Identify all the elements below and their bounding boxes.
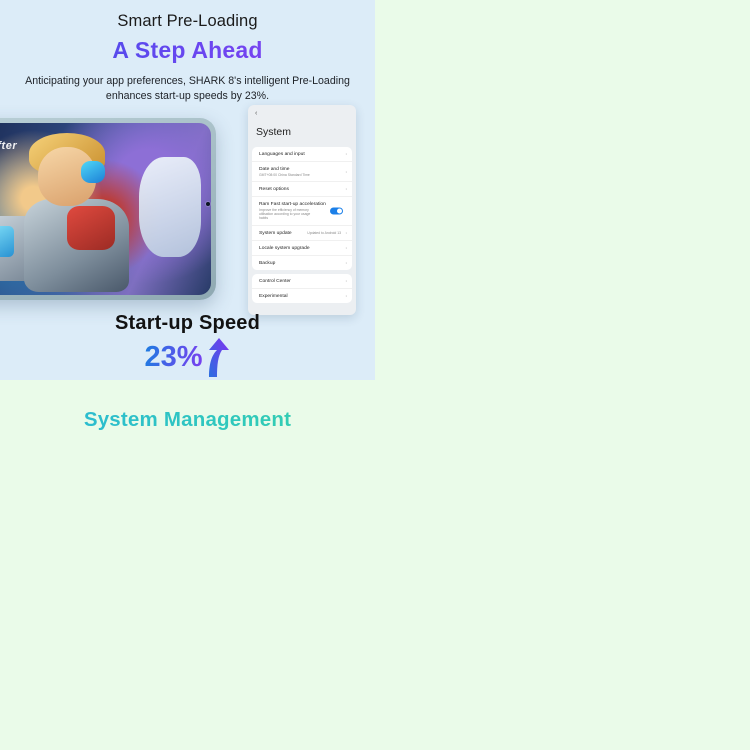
pre-loading-header: Smart Pre-Loading A Step Ahead Anticipat…: [0, 0, 375, 105]
settings-group-primary: Languages and input › Date and time GMT+…: [252, 147, 352, 270]
settings-row-sub: Improve the efficiency of memory utilisa…: [259, 207, 311, 221]
hero-cape: [139, 157, 202, 258]
settings-row-ram-acceleration[interactable]: Ram Fast start-up acceleration Improve t…: [252, 197, 352, 226]
section-game-speedup: 14:35 GAME MODE: [375, 0, 750, 380]
promo-page: Smart Pre-Loading A Step Ahead Anticipat…: [0, 0, 750, 750]
settings-row[interactable]: System update Updated to Android 13 ›: [252, 226, 352, 241]
chevron-right-icon: ›: [345, 169, 348, 175]
settings-row-title: Locale system upgrade: [259, 245, 310, 251]
settings-row[interactable]: Locale system upgrade ›: [252, 241, 352, 256]
game-overlay-text: e after: [0, 140, 18, 153]
chevron-right-icon: ›: [345, 278, 348, 284]
startup-speed-label: Start-up Speed: [114, 312, 261, 334]
up-arrow-icon: [205, 337, 231, 377]
hero-chest: [67, 205, 115, 251]
chevron-right-icon: ›: [345, 293, 348, 299]
startup-speed-block: Start-up Speed 23%: [0, 312, 375, 377]
settings-row[interactable]: Backup ›: [252, 256, 352, 270]
settings-row[interactable]: Reset options ›: [252, 182, 352, 198]
startup-speed-row: 23%: [0, 337, 375, 377]
settings-row-title: Ram Fast start-up acceleration: [259, 201, 326, 207]
hero-headset-icon: [81, 160, 106, 184]
settings-group-secondary: Control Center › Experimental ›: [252, 274, 352, 303]
settings-row-title: Reset options: [259, 186, 289, 192]
settings-title: System: [256, 126, 292, 138]
settings-back-icon[interactable]: ‹: [248, 105, 356, 117]
system-management-title: System Management: [0, 408, 375, 432]
section-system-management: System Management 14:34: [0, 380, 375, 750]
startup-speed-value: 23%: [144, 340, 203, 373]
settings-row-title: Experimental: [259, 293, 288, 299]
pre-loading-body: Anticipating your app preferences, SHARK…: [25, 75, 350, 103]
hero-glow: [0, 226, 15, 258]
chevron-right-icon: ›: [345, 151, 348, 157]
settings-row[interactable]: Control Center ›: [252, 274, 352, 289]
settings-row[interactable]: Experimental ›: [252, 289, 352, 303]
section-app-management: 10:11 ‹ All apps Personal: [375, 380, 750, 750]
gaming-phone-screen: e after: [0, 123, 211, 295]
chevron-right-icon: ›: [345, 186, 348, 192]
section-pre-loading: Smart Pre-Loading A Step Ahead Anticipat…: [0, 0, 375, 380]
chevron-right-icon: ›: [345, 245, 348, 251]
camera-lens: [206, 201, 210, 206]
system-settings-card: ‹ System Languages and input › Date and …: [248, 105, 356, 315]
pre-loading-headline: A Step Ahead: [0, 37, 375, 64]
settings-row-title: Date and time: [259, 166, 290, 172]
settings-row[interactable]: Languages and input ›: [252, 147, 352, 162]
pre-loading-kicker: Smart Pre-Loading: [117, 12, 258, 30]
settings-row-title: Backup: [259, 260, 276, 266]
settings-row-title: Languages and input: [259, 151, 305, 157]
settings-row-title: Control Center: [259, 278, 291, 284]
gaming-phone-mock: e after: [0, 118, 216, 300]
settings-row[interactable]: Date and time GMT+08:00 China Standard T…: [252, 162, 352, 183]
chevron-right-icon: ›: [345, 260, 348, 266]
settings-row-sub: GMT+08:00 China Standard Time: [259, 172, 310, 177]
settings-row-value: Updated to Android 13: [307, 231, 341, 235]
chevron-right-icon: ›: [345, 230, 348, 236]
ram-acceleration-toggle[interactable]: [330, 207, 343, 215]
